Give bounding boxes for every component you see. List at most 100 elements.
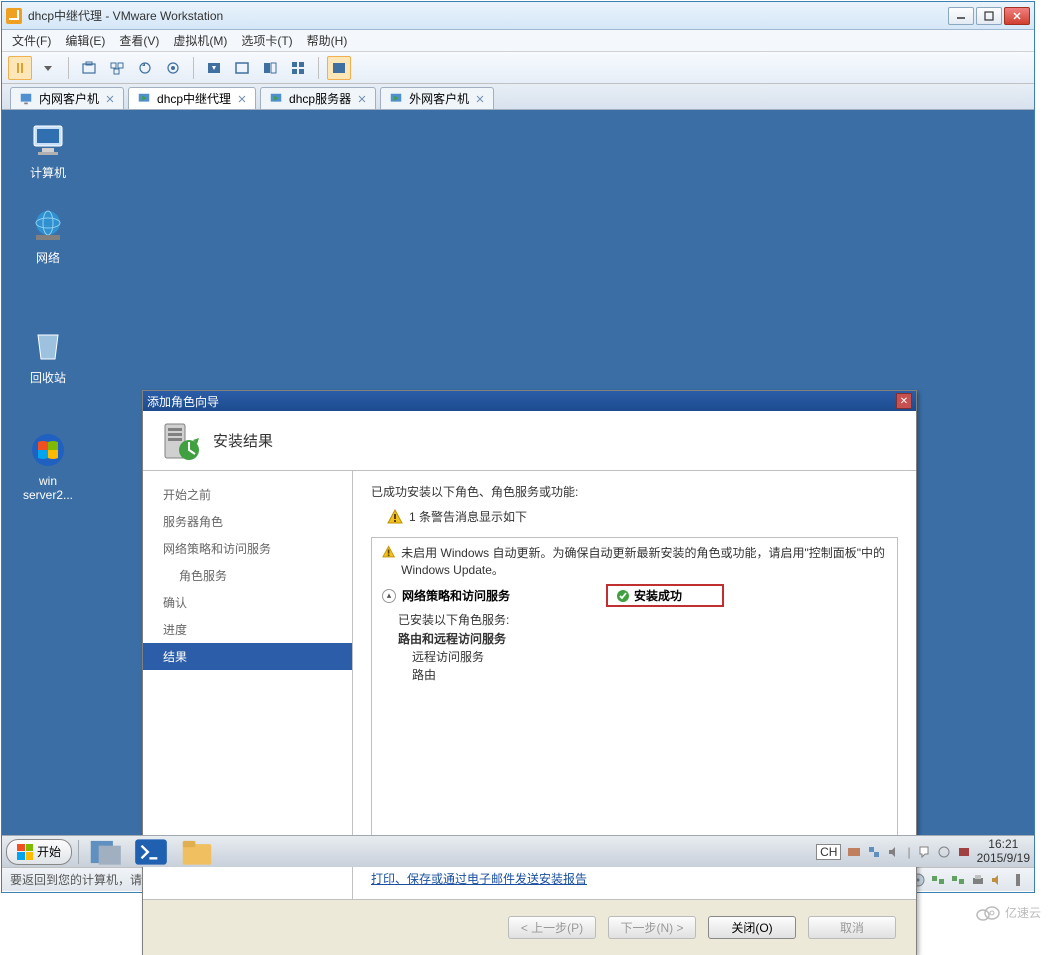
step-result[interactable]: 结果 — [143, 643, 352, 670]
desktop-icon-label: win server2... — [12, 474, 84, 502]
vm-desktop[interactable]: 计算机 网络 回收站 win server2... 添加角色向导 ✕ 安装结果 — [2, 110, 1034, 867]
wizard-close-button[interactable]: ✕ — [896, 393, 912, 409]
usb-icon[interactable] — [1010, 872, 1026, 888]
menu-file[interactable]: 文件(F) — [12, 32, 51, 49]
printer-icon[interactable] — [970, 872, 986, 888]
window-controls — [948, 7, 1030, 25]
date: 2015/9/19 — [977, 852, 1030, 865]
result-row: ▴ 网络策略和访问服务 安装成功 — [382, 584, 887, 607]
action-center-icon[interactable] — [917, 845, 931, 859]
revert-icon[interactable] — [133, 56, 157, 80]
step-server-roles[interactable]: 服务器角色 — [143, 508, 352, 535]
power-dropdown-icon[interactable] — [36, 56, 60, 80]
vmware-tabs: 内网客户机 dhcp中继代理 dhcp服务器 外网客户机 — [2, 84, 1034, 110]
desktop-icon-network[interactable]: 网络 — [12, 205, 84, 266]
ime-indicator[interactable]: CH — [816, 844, 841, 860]
network-adapter-icon[interactable] — [930, 872, 946, 888]
stretch-icon[interactable] — [327, 56, 351, 80]
step-progress[interactable]: 进度 — [143, 616, 352, 643]
network-adapter-icon[interactable] — [950, 872, 966, 888]
desktop-icon-label: 网络 — [12, 249, 84, 266]
vm-taskbar: 开始 CH | 16:21 2015/9/19 — [2, 835, 1034, 867]
server-manager-pin[interactable] — [85, 839, 125, 865]
step-role-service[interactable]: 角色服务 — [143, 562, 352, 589]
power-on-icon[interactable] — [8, 56, 32, 80]
snapshot-manager-icon[interactable] — [105, 56, 129, 80]
tab-dhcp-relay[interactable]: dhcp中继代理 — [128, 87, 256, 109]
tab-dhcp-server[interactable]: dhcp服务器 — [260, 87, 376, 109]
close-icon[interactable] — [237, 94, 247, 104]
tab-label: 外网客户机 — [409, 90, 469, 107]
cycle-icon[interactable] — [286, 56, 310, 80]
success-badge: 安装成功 — [606, 584, 724, 607]
tray-icon[interactable] — [937, 845, 951, 859]
monitor-play-icon — [269, 92, 283, 106]
unity-icon[interactable] — [258, 56, 282, 80]
vmware-toolbar — [2, 52, 1034, 84]
desktop-icon-winserver[interactable]: win server2... — [12, 430, 84, 502]
role-label: 网络策略和访问服务 — [402, 587, 510, 604]
close-icon[interactable] — [475, 94, 485, 104]
step-before[interactable]: 开始之前 — [143, 481, 352, 508]
tab-extranet-client[interactable]: 外网客户机 — [380, 87, 494, 109]
clock[interactable]: 16:21 2015/9/19 — [977, 838, 1030, 864]
check-icon — [616, 589, 630, 603]
monitor-play-icon — [137, 92, 151, 106]
maximize-button[interactable] — [976, 7, 1002, 25]
vmware-window-title: dhcp中继代理 - VMware Workstation — [28, 7, 948, 24]
taskbar-separator — [78, 840, 79, 864]
ras-service: 远程访问服务 — [412, 648, 887, 665]
cancel-button: 取消 — [808, 916, 896, 939]
menu-vm[interactable]: 虚拟机(M) — [173, 32, 227, 49]
close-button[interactable] — [1004, 7, 1030, 25]
menu-edit[interactable]: 编辑(E) — [65, 32, 105, 49]
toolbar-separator — [318, 57, 319, 79]
tray-icon[interactable] — [957, 845, 971, 859]
route-service: 路由 — [412, 666, 887, 683]
tab-intranet-client[interactable]: 内网客户机 — [10, 87, 124, 109]
system-tray: CH | 16:21 2015/9/19 — [816, 838, 1030, 864]
close-icon[interactable] — [105, 94, 115, 104]
explorer-pin[interactable] — [177, 839, 217, 865]
step-confirm[interactable]: 确认 — [143, 589, 352, 616]
vmware-menubar: 文件(F) 编辑(E) 查看(V) 虚拟机(M) 选项卡(T) 帮助(H) — [2, 30, 1034, 52]
close-icon[interactable] — [357, 94, 367, 104]
windows-icon — [28, 430, 68, 470]
network-icon — [28, 205, 68, 245]
sound-icon[interactable] — [990, 872, 1006, 888]
toolbar-separator — [68, 57, 69, 79]
close-wizard-button[interactable]: 关闭(O) — [708, 916, 796, 939]
minimize-button[interactable] — [948, 7, 974, 25]
volume-tray-icon[interactable] — [887, 845, 901, 859]
desktop-icon-label: 计算机 — [12, 164, 84, 181]
network-tray-icon[interactable] — [867, 845, 881, 859]
monitor-play-icon — [389, 92, 403, 106]
step-npas[interactable]: 网络策略和访问服务 — [143, 535, 352, 562]
tab-label: dhcp服务器 — [289, 90, 351, 107]
start-button[interactable]: 开始 — [6, 839, 72, 865]
menu-help[interactable]: 帮助(H) — [307, 32, 348, 49]
start-label: 开始 — [37, 843, 61, 860]
collapse-icon[interactable]: ▴ — [382, 589, 396, 603]
vmware-titlebar: dhcp中继代理 - VMware Workstation — [2, 2, 1034, 30]
fit-guest-icon[interactable] — [202, 56, 226, 80]
vmware-window: dhcp中继代理 - VMware Workstation 文件(F) 编辑(E… — [1, 1, 1035, 893]
tray-icon[interactable] — [847, 845, 861, 859]
desktop-icon-recycle[interactable]: 回收站 — [12, 325, 84, 386]
report-link[interactable]: 打印、保存或通过电子邮件发送安装报告 — [371, 870, 898, 887]
installed-list: 已安装以下角色服务: 路由和远程访问服务 远程访问服务 路由 — [398, 611, 887, 683]
wizard-titlebar[interactable]: 添加角色向导 ✕ — [143, 391, 916, 411]
menu-view[interactable]: 查看(V) — [119, 32, 159, 49]
powershell-pin[interactable] — [131, 839, 171, 865]
server-role-icon — [159, 420, 201, 462]
computer-icon — [28, 120, 68, 160]
desktop-icon-label: 回收站 — [12, 369, 84, 386]
desktop-icon-computer[interactable]: 计算机 — [12, 120, 84, 181]
watermark-text: 亿速云 — [1005, 904, 1041, 921]
snapshot-take-icon[interactable] — [161, 56, 185, 80]
wizard-heading: 安装结果 — [213, 430, 273, 451]
menu-tabs[interactable]: 选项卡(T) — [241, 32, 292, 49]
windows-logo-icon — [17, 844, 33, 860]
snapshot-icon[interactable] — [77, 56, 101, 80]
fullscreen-icon[interactable] — [230, 56, 254, 80]
